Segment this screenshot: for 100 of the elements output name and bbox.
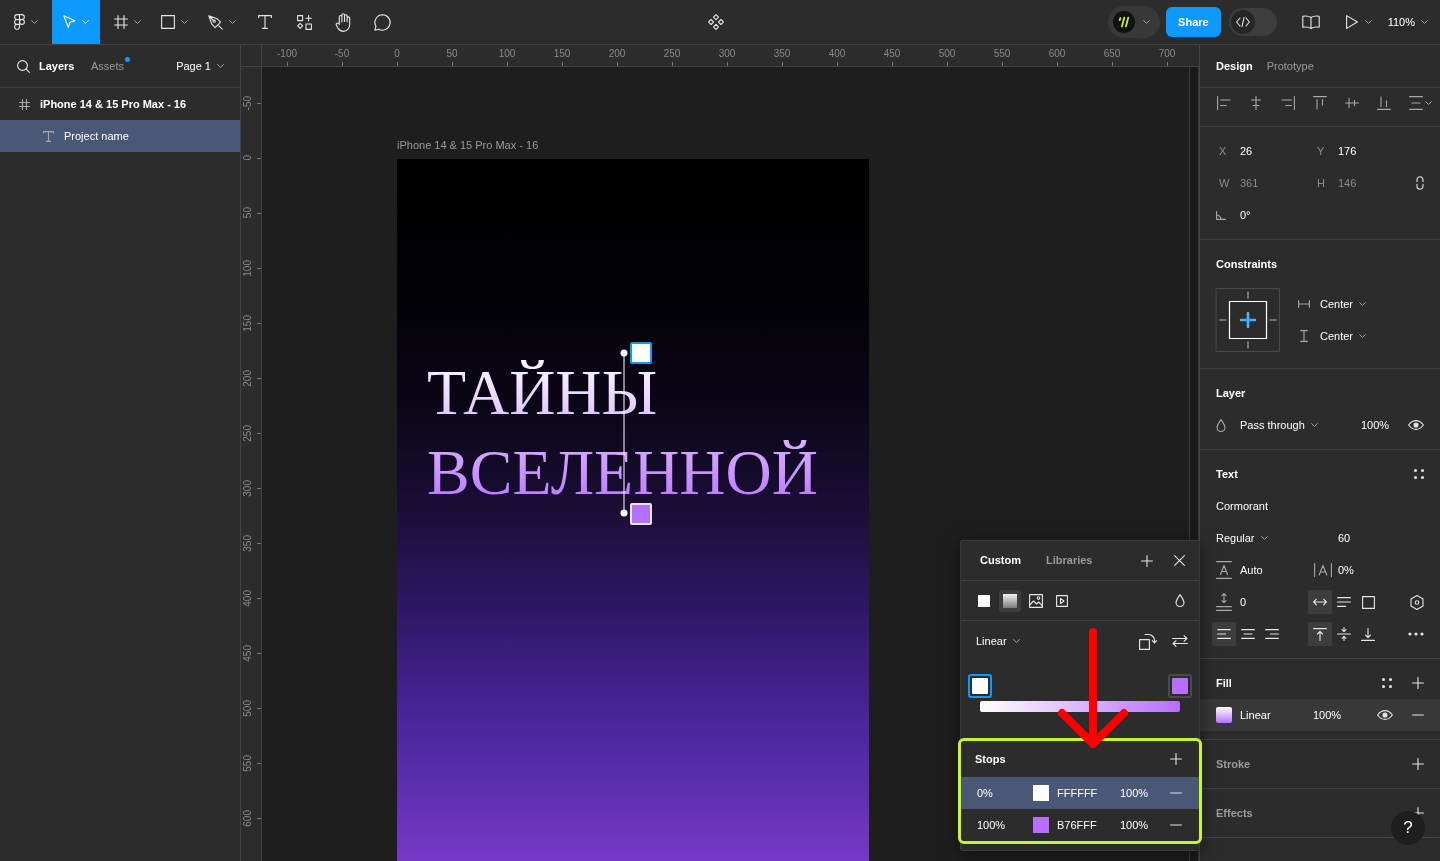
gradient-stop-row[interactable]: 100% B76FFF 100% [961, 809, 1199, 841]
text-tool-icon [258, 15, 272, 29]
gradient-type-dropdown[interactable]: Linear [976, 633, 1020, 649]
align-left-icon[interactable] [1217, 96, 1231, 110]
align-middle-icon[interactable] [1345, 96, 1359, 110]
opacity-field[interactable]: 100% [1120, 817, 1170, 833]
ruler-label: 500 [242, 699, 254, 717]
drop-icon[interactable] [1175, 594, 1185, 607]
eye-icon[interactable] [1377, 710, 1393, 720]
chain-link-icon[interactable] [1416, 176, 1424, 190]
fill-type-tab[interactable] [999, 589, 1021, 612]
plus-icon[interactable] [1412, 758, 1424, 770]
frame-label[interactable]: iPhone 14 & 15 Pro Max - 16 [397, 138, 539, 153]
fill-row[interactable]: Linear 100% [1200, 699, 1440, 731]
ruler-label: 300 [242, 479, 254, 497]
frame-icon [113, 15, 128, 29]
account-switcher[interactable] [1108, 6, 1161, 38]
book-icon[interactable] [1301, 15, 1320, 29]
blend-mode-dropdown[interactable]: Pass through [1240, 417, 1361, 433]
chevron-icon [1260, 536, 1268, 540]
opacity-field[interactable]: 100% [1120, 785, 1170, 801]
help-button[interactable]: ? [1391, 811, 1425, 845]
search-icon[interactable] [17, 59, 30, 73]
gradient-stop-handle[interactable] [968, 674, 992, 698]
constraint-dropdown[interactable]: Center [1320, 296, 1367, 312]
layer-row[interactable]: Project name [0, 120, 240, 152]
panel-tab[interactable]: Design [1216, 58, 1253, 74]
gradient-swatch[interactable] [1216, 707, 1232, 723]
number-field[interactable]: 176 [1338, 143, 1412, 159]
chevron-icon [1143, 20, 1151, 24]
swap-icon[interactable] [1172, 635, 1188, 647]
font-dropdown[interactable]: Cormorant [1216, 498, 1268, 514]
four-dots-icon[interactable] [1414, 469, 1424, 479]
rotate-icon[interactable] [1139, 632, 1157, 650]
text-align-toggle[interactable] [1212, 622, 1236, 646]
play-icon [1345, 15, 1358, 29]
paragraph-spacing-icon [1216, 593, 1232, 611]
chevron-icon [1310, 423, 1318, 427]
color-swatch-icon[interactable] [1033, 817, 1049, 833]
panel-tab[interactable]: Layers [39, 58, 91, 74]
font-size-field[interactable]: 60 [1338, 530, 1351, 546]
stop-position-field[interactable]: 100% [977, 817, 1033, 833]
distribute-icon[interactable] [1409, 96, 1423, 110]
align-bottom-icon[interactable] [1377, 96, 1391, 110]
gradient-stop-handle[interactable] [1168, 674, 1192, 698]
four-dots-icon[interactable] [1382, 678, 1392, 688]
plus-icon[interactable] [1170, 753, 1182, 765]
section-title: Constraints [1216, 256, 1278, 272]
align-right-icon[interactable] [1281, 96, 1295, 110]
plus-icon[interactable] [1412, 677, 1424, 689]
comment-icon [373, 13, 391, 31]
text-resize-toggle[interactable] [1308, 590, 1332, 614]
drop-icon [1216, 418, 1226, 432]
close-icon[interactable] [1174, 555, 1185, 566]
letter-spacing-icon [1314, 563, 1332, 577]
hex-field[interactable]: B76FFF [1057, 817, 1120, 833]
ruler-label: 0 [394, 48, 400, 60]
number-field[interactable]: 0° [1240, 207, 1314, 223]
text-settings-icon[interactable] [1410, 594, 1424, 610]
panel-tab[interactable]: Prototype [1266, 58, 1314, 74]
opacity-field[interactable]: 100% [1361, 417, 1390, 433]
letter-spacing-field[interactable]: 0% [1338, 562, 1354, 578]
ruler-label: 300 [718, 48, 736, 60]
picker-tab[interactable]: Custom [980, 553, 1046, 568]
solid-fill-icon [978, 594, 990, 607]
components-icon[interactable] [708, 14, 724, 30]
constraint-dropdown[interactable]: Center [1320, 328, 1367, 344]
align-center-icon[interactable] [1249, 96, 1263, 110]
layer-row[interactable]: iPhone 14 & 15 Pro Max - 16 [0, 88, 240, 120]
ruler-label: 500 [938, 48, 956, 60]
hex-field[interactable]: FFFFFF [1057, 785, 1120, 801]
constraints-widget[interactable] [1216, 288, 1280, 352]
vertical-align-top-icon [1313, 627, 1327, 641]
page-dropdown[interactable]: Page 1 [176, 58, 224, 74]
fill-type-field[interactable]: Linear [1240, 707, 1313, 723]
plus-icon[interactable] [1141, 554, 1153, 567]
gradient-stop-row[interactable]: 0% FFFFFF 100% [961, 777, 1199, 809]
stop-position-field[interactable]: 0% [977, 785, 1033, 801]
opacity-field[interactable]: 100% [1313, 707, 1342, 723]
gradient-bar[interactable] [980, 701, 1180, 712]
vertical-align-toggle[interactable] [1308, 622, 1332, 646]
chevron-icon [1359, 334, 1367, 338]
panel-tab[interactable]: Assets [91, 58, 130, 74]
align-top-icon[interactable] [1313, 96, 1327, 110]
eye-icon[interactable] [1408, 420, 1424, 430]
zoom-dropdown[interactable]: 110% [1387, 7, 1428, 37]
paragraph-spacing-field[interactable]: 0 [1240, 594, 1308, 610]
more-icon[interactable] [1408, 632, 1424, 636]
ruler-label: 450 [242, 644, 254, 662]
avatar-icon [1113, 11, 1136, 33]
line-height-field[interactable]: Auto [1240, 562, 1314, 578]
number-field[interactable]: 26 [1240, 143, 1314, 159]
font-style-dropdown[interactable]: Regular [1216, 530, 1314, 546]
text-align-right-icon [1265, 629, 1279, 639]
dev-mode-toggle[interactable] [1228, 8, 1277, 36]
field-label: Y [1316, 143, 1326, 159]
picker-tab[interactable]: Libraries [1046, 553, 1112, 568]
hand-icon [334, 12, 352, 32]
code-icon [1235, 17, 1250, 27]
color-swatch-icon[interactable] [1033, 785, 1049, 801]
